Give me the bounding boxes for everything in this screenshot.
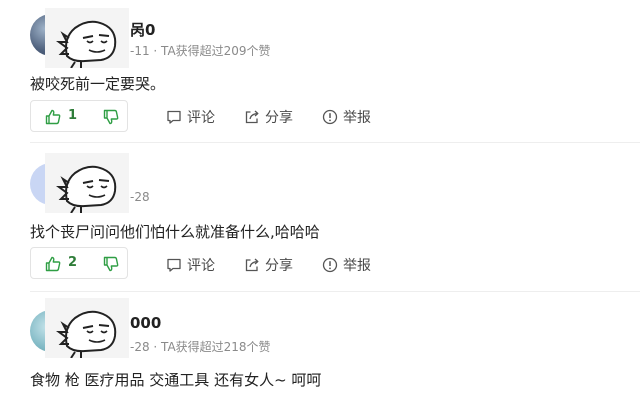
report-icon (322, 109, 338, 125)
dinosaur-sticker (45, 8, 129, 68)
thumbs-up-icon[interactable] (45, 256, 61, 276)
dinosaur-sticker (45, 298, 129, 358)
report-icon (322, 257, 338, 273)
like-count: 2 (68, 255, 78, 270)
comment-icon (167, 258, 181, 272)
comment-text: 找个丧尸问问他们怕什么就准备什么,哈哈哈 (30, 223, 320, 241)
username[interactable]: 000 (130, 314, 161, 332)
report-label: 举报 (343, 110, 371, 126)
vote-box: 2 (30, 247, 128, 279)
share-icon (245, 110, 259, 124)
share-icon (245, 258, 259, 272)
comment-meta: -28 (130, 190, 150, 204)
like-count: 1 (68, 108, 78, 123)
comment-label: 评论 (187, 110, 215, 126)
report-label: 举报 (343, 258, 371, 274)
comment-item: 000 -28 · TA获得超过218个赞 食物 枪 医疗用品 交通工具 还有女… (0, 292, 640, 400)
comment-meta: -28 · TA获得超过218个赞 (130, 340, 271, 354)
thumbs-down-icon[interactable] (103, 109, 119, 129)
comment-item: -28 找个丧尸问问他们怕什么就准备什么,哈哈哈 2 评论 分享 举报 (0, 143, 640, 291)
username[interactable]: 呙0 (130, 19, 155, 40)
dinosaur-sticker (45, 153, 129, 213)
comment-meta: -11 · TA获得超过209个赞 (130, 44, 271, 58)
comment-label: 评论 (187, 258, 215, 274)
share-label: 分享 (265, 258, 293, 274)
comment-item: 呙0 -11 · TA获得超过209个赞 被咬死前一定要哭。 1 评论 分享 举… (0, 0, 640, 142)
share-label: 分享 (265, 110, 293, 126)
thumbs-down-icon[interactable] (103, 256, 119, 276)
comment-icon (167, 110, 181, 124)
vote-box: 1 (30, 100, 128, 132)
comment-text: 被咬死前一定要哭。 (30, 75, 166, 93)
comment-text: 食物 枪 医疗用品 交通工具 还有女人~ 呵呵 (30, 371, 322, 389)
thumbs-up-icon[interactable] (45, 109, 61, 129)
